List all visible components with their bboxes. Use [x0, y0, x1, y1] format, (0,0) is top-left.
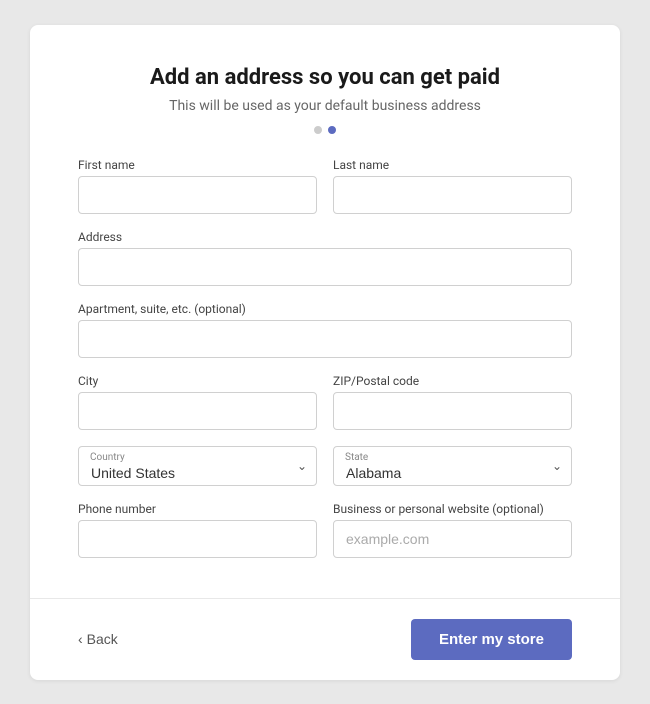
- apartment-group: Apartment, suite, etc. (optional): [78, 302, 572, 358]
- page-header: Add an address so you can get paid This …: [78, 65, 572, 134]
- zip-group: ZIP/Postal code: [333, 374, 572, 430]
- first-name-label: First name: [78, 158, 317, 172]
- last-name-label: Last name: [333, 158, 572, 172]
- first-name-group: First name: [78, 158, 317, 214]
- website-group: Business or personal website (optional): [333, 502, 572, 558]
- name-row: First name Last name: [78, 158, 572, 214]
- city-group: City: [78, 374, 317, 430]
- city-input[interactable]: [78, 392, 317, 430]
- country-select-wrapper: Country United States Canada United King…: [78, 446, 317, 486]
- page-title: Add an address so you can get paid: [78, 65, 572, 90]
- enter-store-label: Enter my store: [439, 631, 544, 648]
- form-footer: ‹ Back Enter my store: [30, 598, 620, 680]
- enter-store-button[interactable]: Enter my store: [411, 619, 572, 660]
- apartment-input[interactable]: [78, 320, 572, 358]
- country-state-row: Country United States Canada United King…: [78, 446, 572, 486]
- address-group: Address: [78, 230, 572, 286]
- website-input[interactable]: [333, 520, 572, 558]
- back-button[interactable]: ‹ Back: [78, 631, 118, 647]
- apartment-row: Apartment, suite, etc. (optional): [78, 302, 572, 358]
- step-dots: [78, 126, 572, 134]
- apartment-label: Apartment, suite, etc. (optional): [78, 302, 572, 316]
- state-select-wrapper: State Alabama Alaska Arizona California …: [333, 446, 572, 486]
- country-select[interactable]: United States Canada United Kingdom: [78, 446, 317, 486]
- phone-label: Phone number: [78, 502, 317, 516]
- phone-website-row: Phone number Business or personal websit…: [78, 502, 572, 558]
- dot-1: [314, 126, 322, 134]
- dot-2: [328, 126, 336, 134]
- country-group: Country United States Canada United King…: [78, 446, 317, 486]
- state-select[interactable]: Alabama Alaska Arizona California New Yo…: [333, 446, 572, 486]
- zip-input[interactable]: [333, 392, 572, 430]
- zip-label: ZIP/Postal code: [333, 374, 572, 388]
- city-zip-row: City ZIP/Postal code: [78, 374, 572, 430]
- phone-group: Phone number: [78, 502, 317, 558]
- first-name-input[interactable]: [78, 176, 317, 214]
- address-row: Address: [78, 230, 572, 286]
- last-name-input[interactable]: [333, 176, 572, 214]
- back-chevron-icon: ‹: [78, 631, 83, 647]
- last-name-group: Last name: [333, 158, 572, 214]
- website-label: Business or personal website (optional): [333, 502, 572, 516]
- state-group: State Alabama Alaska Arizona California …: [333, 446, 572, 486]
- back-label: Back: [87, 631, 118, 647]
- address-input[interactable]: [78, 248, 572, 286]
- address-label: Address: [78, 230, 572, 244]
- page-subtitle: This will be used as your default busine…: [78, 98, 572, 114]
- main-card: Add an address so you can get paid This …: [30, 25, 620, 680]
- form-body: First name Last name Address Apartment, …: [78, 158, 572, 598]
- city-label: City: [78, 374, 317, 388]
- phone-input[interactable]: [78, 520, 317, 558]
